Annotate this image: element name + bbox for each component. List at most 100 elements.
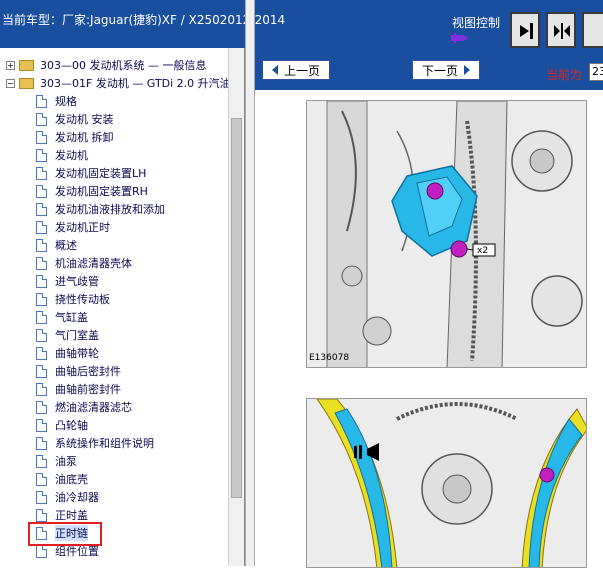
document-icon (36, 220, 47, 234)
document-icon (36, 94, 47, 108)
tree-doc-item[interactable]: 气门室盖 (36, 326, 99, 344)
tree-doc-label: 燃油滤清器滤芯 (55, 401, 132, 414)
tree-doc-item[interactable]: 燃油滤清器滤芯 (36, 398, 132, 416)
tree-doc-item[interactable]: 系统操作和组件说明 (36, 434, 154, 452)
prev-page-button[interactable]: 上一页 (262, 60, 330, 80)
document-icon (36, 130, 47, 144)
tree-doc-item[interactable]: 发动机固定装置LH (36, 164, 146, 182)
document-icon (36, 472, 47, 486)
document-icon (36, 202, 47, 216)
document-icon (36, 274, 47, 288)
figure-code: E136078 (309, 353, 350, 363)
tree-scrollbar[interactable] (228, 48, 244, 566)
right-arrow-icon (464, 65, 470, 75)
tree-doc-label: 机油滤清器壳体 (55, 257, 132, 270)
document-icon (36, 166, 47, 180)
tree-doc-label: 发动机 拆卸 (55, 131, 114, 144)
tree-doc-item[interactable]: 发动机正时 (36, 218, 110, 236)
tree-doc-label: 凸轮轴 (55, 419, 88, 432)
document-icon (36, 256, 47, 270)
left-arrow-icon (271, 65, 278, 75)
document-icon (36, 310, 47, 324)
view-extra-button[interactable] (582, 12, 603, 48)
scrollbar-thumb[interactable] (231, 118, 242, 498)
tree-doc-item[interactable]: 凸轮轴 (36, 416, 88, 434)
chain-illustration (307, 399, 586, 567)
tree-doc-label: 进气歧管 (55, 275, 99, 288)
tree-doc-label: 正时盖 (55, 509, 88, 522)
tree-doc-item[interactable]: 曲轴后密封件 (36, 362, 121, 380)
tree-group-303-00[interactable]: + 303—00 发动机系统 — 一般信息 (6, 56, 206, 74)
tree-doc-item[interactable]: 概述 (36, 236, 77, 254)
tree-doc-item[interactable]: 规格 (36, 92, 77, 110)
tree-group-label: 303—00 发动机系统 — 一般信息 (40, 59, 207, 72)
tree-doc-item[interactable]: 曲轴带轮 (36, 344, 99, 362)
pane-splitter[interactable] (245, 0, 255, 566)
tree-doc-label: 发动机 (55, 149, 88, 162)
tree-pane: + 303—00 发动机系统 — 一般信息 − 303—01F 发动机 — GT… (0, 48, 245, 566)
tree-doc-label: 系统操作和组件说明 (55, 437, 154, 450)
tree-doc-label: 油冷却器 (55, 491, 99, 504)
folder-open-icon (19, 77, 34, 89)
tree-doc-item[interactable]: 油泵 (36, 452, 77, 470)
tree-doc-label: 气缸盖 (55, 311, 88, 324)
tree-doc-item[interactable]: 发动机 拆卸 (36, 128, 114, 146)
tree-group-label: 303—01F 发动机 — GTDi 2.0 升汽油 (40, 77, 231, 90)
folder-icon (19, 59, 34, 71)
pen-icon[interactable] (451, 31, 469, 45)
tree-doc-item[interactable]: 曲轴前密封件 (36, 380, 121, 398)
tree-doc-label: 曲轴后密封件 (55, 365, 121, 378)
callout-label: x2 (477, 246, 488, 256)
tree-doc-label: 气门室盖 (55, 329, 99, 342)
tree-group-303-01f[interactable]: − 303—01F 发动机 — GTDi 2.0 升汽油 (6, 74, 231, 92)
document-icon (36, 184, 47, 198)
split-arrows-icon (554, 23, 570, 39)
tree-doc-item[interactable]: 进气歧管 (36, 272, 99, 290)
expand-plus-icon[interactable]: + (6, 60, 15, 70)
tree-doc-label: 发动机固定装置RH (55, 185, 148, 198)
tree-doc-label: 发动机油液排放和添加 (55, 203, 165, 216)
tree-doc-item[interactable]: 气缸盖 (36, 308, 88, 326)
tree-doc-label: 油泵 (55, 455, 77, 468)
next-page-button[interactable]: 下一页 (412, 60, 480, 80)
document-icon (36, 328, 47, 342)
tree-doc-item[interactable]: 油底壳 (36, 470, 88, 488)
document-icon (36, 436, 47, 450)
tree-doc-label: 油底壳 (55, 473, 88, 486)
document-icon (36, 112, 47, 126)
view-next-button[interactable] (510, 12, 540, 48)
tree-doc-item[interactable]: 机油滤清器壳体 (36, 254, 132, 272)
view-control-label: 视图控制 (452, 16, 501, 30)
document-icon (36, 346, 47, 360)
tree-doc-item[interactable]: 发动机固定装置RH (36, 182, 148, 200)
document-icon (36, 148, 47, 162)
tree-doc-label: 规格 (55, 95, 77, 108)
tree-doc-item[interactable]: 油冷却器 (36, 488, 99, 506)
document-icon (36, 508, 47, 522)
document-icon (36, 544, 47, 558)
timing-chain-tensioner-figure: x2 E136078 (306, 100, 587, 368)
engine-illustration: x2 (307, 101, 586, 367)
page-number-input[interactable]: 23 (589, 63, 603, 81)
timing-chain-guide-figure (306, 398, 587, 568)
document-icon (36, 454, 47, 468)
view-split-button[interactable] (546, 12, 576, 48)
selection-highlight (28, 522, 102, 546)
document-icon (36, 382, 47, 396)
document-icon (36, 292, 47, 306)
tree-doc-item[interactable]: 发动机油液排放和添加 (36, 200, 165, 218)
document-icon (36, 364, 47, 378)
tree-doc-label: 发动机固定装置LH (55, 167, 147, 180)
prev-page-label: 上一页 (283, 63, 320, 78)
document-icon (36, 400, 47, 414)
tree-doc-label: 概述 (55, 239, 77, 252)
tree-doc-label: 发动机 安装 (55, 113, 114, 126)
tree-doc-label: 曲轴带轮 (55, 347, 99, 360)
tree-doc-item[interactable]: 挠性传动板 (36, 290, 110, 308)
tree-doc-label: 曲轴前密封件 (55, 383, 121, 396)
collapse-minus-icon[interactable]: − (6, 78, 15, 88)
tree-doc-item[interactable]: 发动机 (36, 146, 88, 164)
next-page-label: 下一页 (421, 63, 458, 78)
document-icon (36, 238, 47, 252)
tree-doc-item[interactable]: 发动机 安装 (36, 110, 114, 128)
